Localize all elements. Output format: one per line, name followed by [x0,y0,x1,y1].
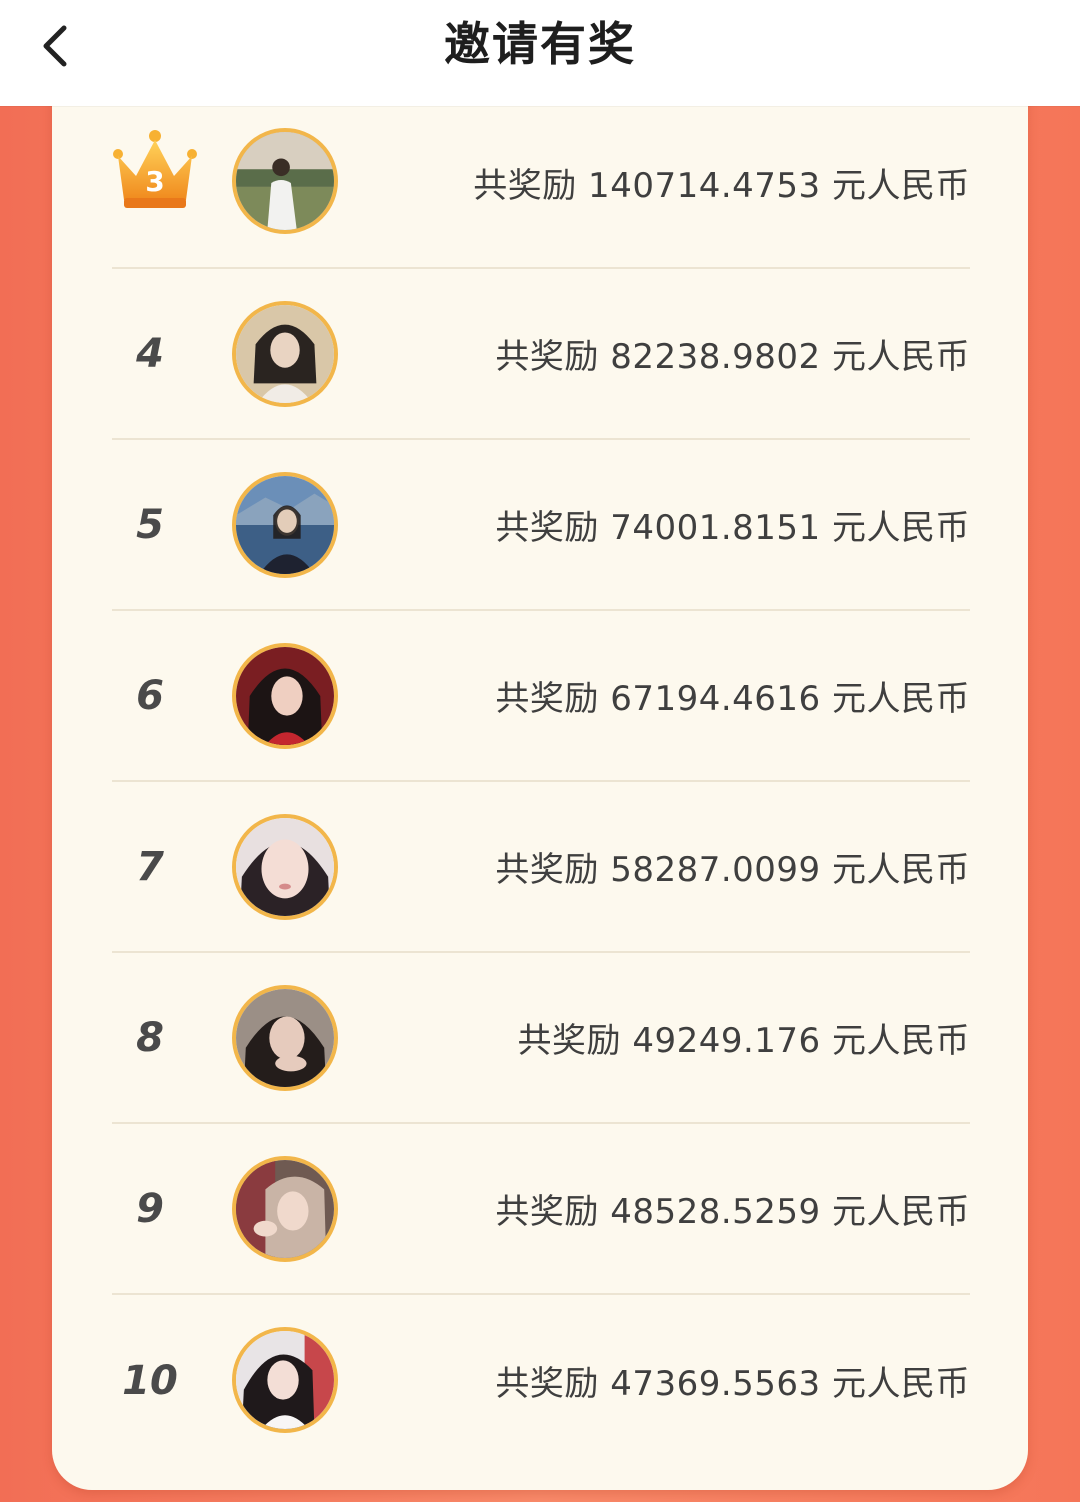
rank-number: 9 [136,1185,164,1232]
reward-text: 共奖励 74001.8151 元人民币 [495,508,970,548]
avatar[interactable] [232,128,338,234]
rank-number: 5 [136,501,164,548]
page-title: 邀请有奖 [444,17,636,71]
avatar[interactable] [232,1327,338,1433]
crown-icon: 3 [113,130,197,208]
ranking-row: 6 共奖励 67194.4616 元人民币 [112,611,970,782]
avatar[interactable] [232,985,338,1091]
avatar[interactable] [232,472,338,578]
rank-number: 10 [122,1357,178,1404]
ranking-row: 7 共奖励 58287.0099 元人民币 [112,782,970,953]
ranking-panel: 3 共奖励 140714.4753 元人民币 4 共奖励 82238.9802 … [52,90,1028,1490]
reward-text: 共奖励 49249.176 元人民币 [517,1021,970,1061]
reward-text: 共奖励 58287.0099 元人民币 [495,850,970,890]
ranking-row: 5 共奖励 74001.8151 元人民币 [112,440,970,611]
avatar[interactable] [232,814,338,920]
rank-number: 6 [136,672,164,719]
avatar[interactable] [232,643,338,749]
avatar[interactable] [232,301,338,407]
ranking-row: 9 共奖励 48528.5259 元人民币 [112,1124,970,1295]
ranking-row: 3 共奖励 140714.4753 元人民币 [112,98,970,269]
reward-text: 共奖励 82238.9802 元人民币 [495,337,970,377]
rank-number: 8 [136,1014,164,1061]
top-nav-bar: 邀请有奖 [0,0,1080,106]
reward-text: 共奖励 140714.4753 元人民币 [473,166,970,206]
crown-rank-label: 3 [145,165,164,198]
ranking-row: 8 共奖励 49249.176 元人民币 [112,953,970,1124]
reward-text: 共奖励 48528.5259 元人民币 [495,1192,970,1232]
reward-text: 共奖励 47369.5563 元人民币 [495,1364,970,1404]
ranking-row: 10 共奖励 47369.5563 元人民币 [112,1295,970,1466]
avatar[interactable] [232,1156,338,1262]
rank-number: 4 [136,330,164,377]
rank-number: 7 [136,843,164,890]
reward-text: 共奖励 67194.4616 元人民币 [495,679,970,719]
ranking-row: 4 共奖励 82238.9802 元人民币 [112,269,970,440]
